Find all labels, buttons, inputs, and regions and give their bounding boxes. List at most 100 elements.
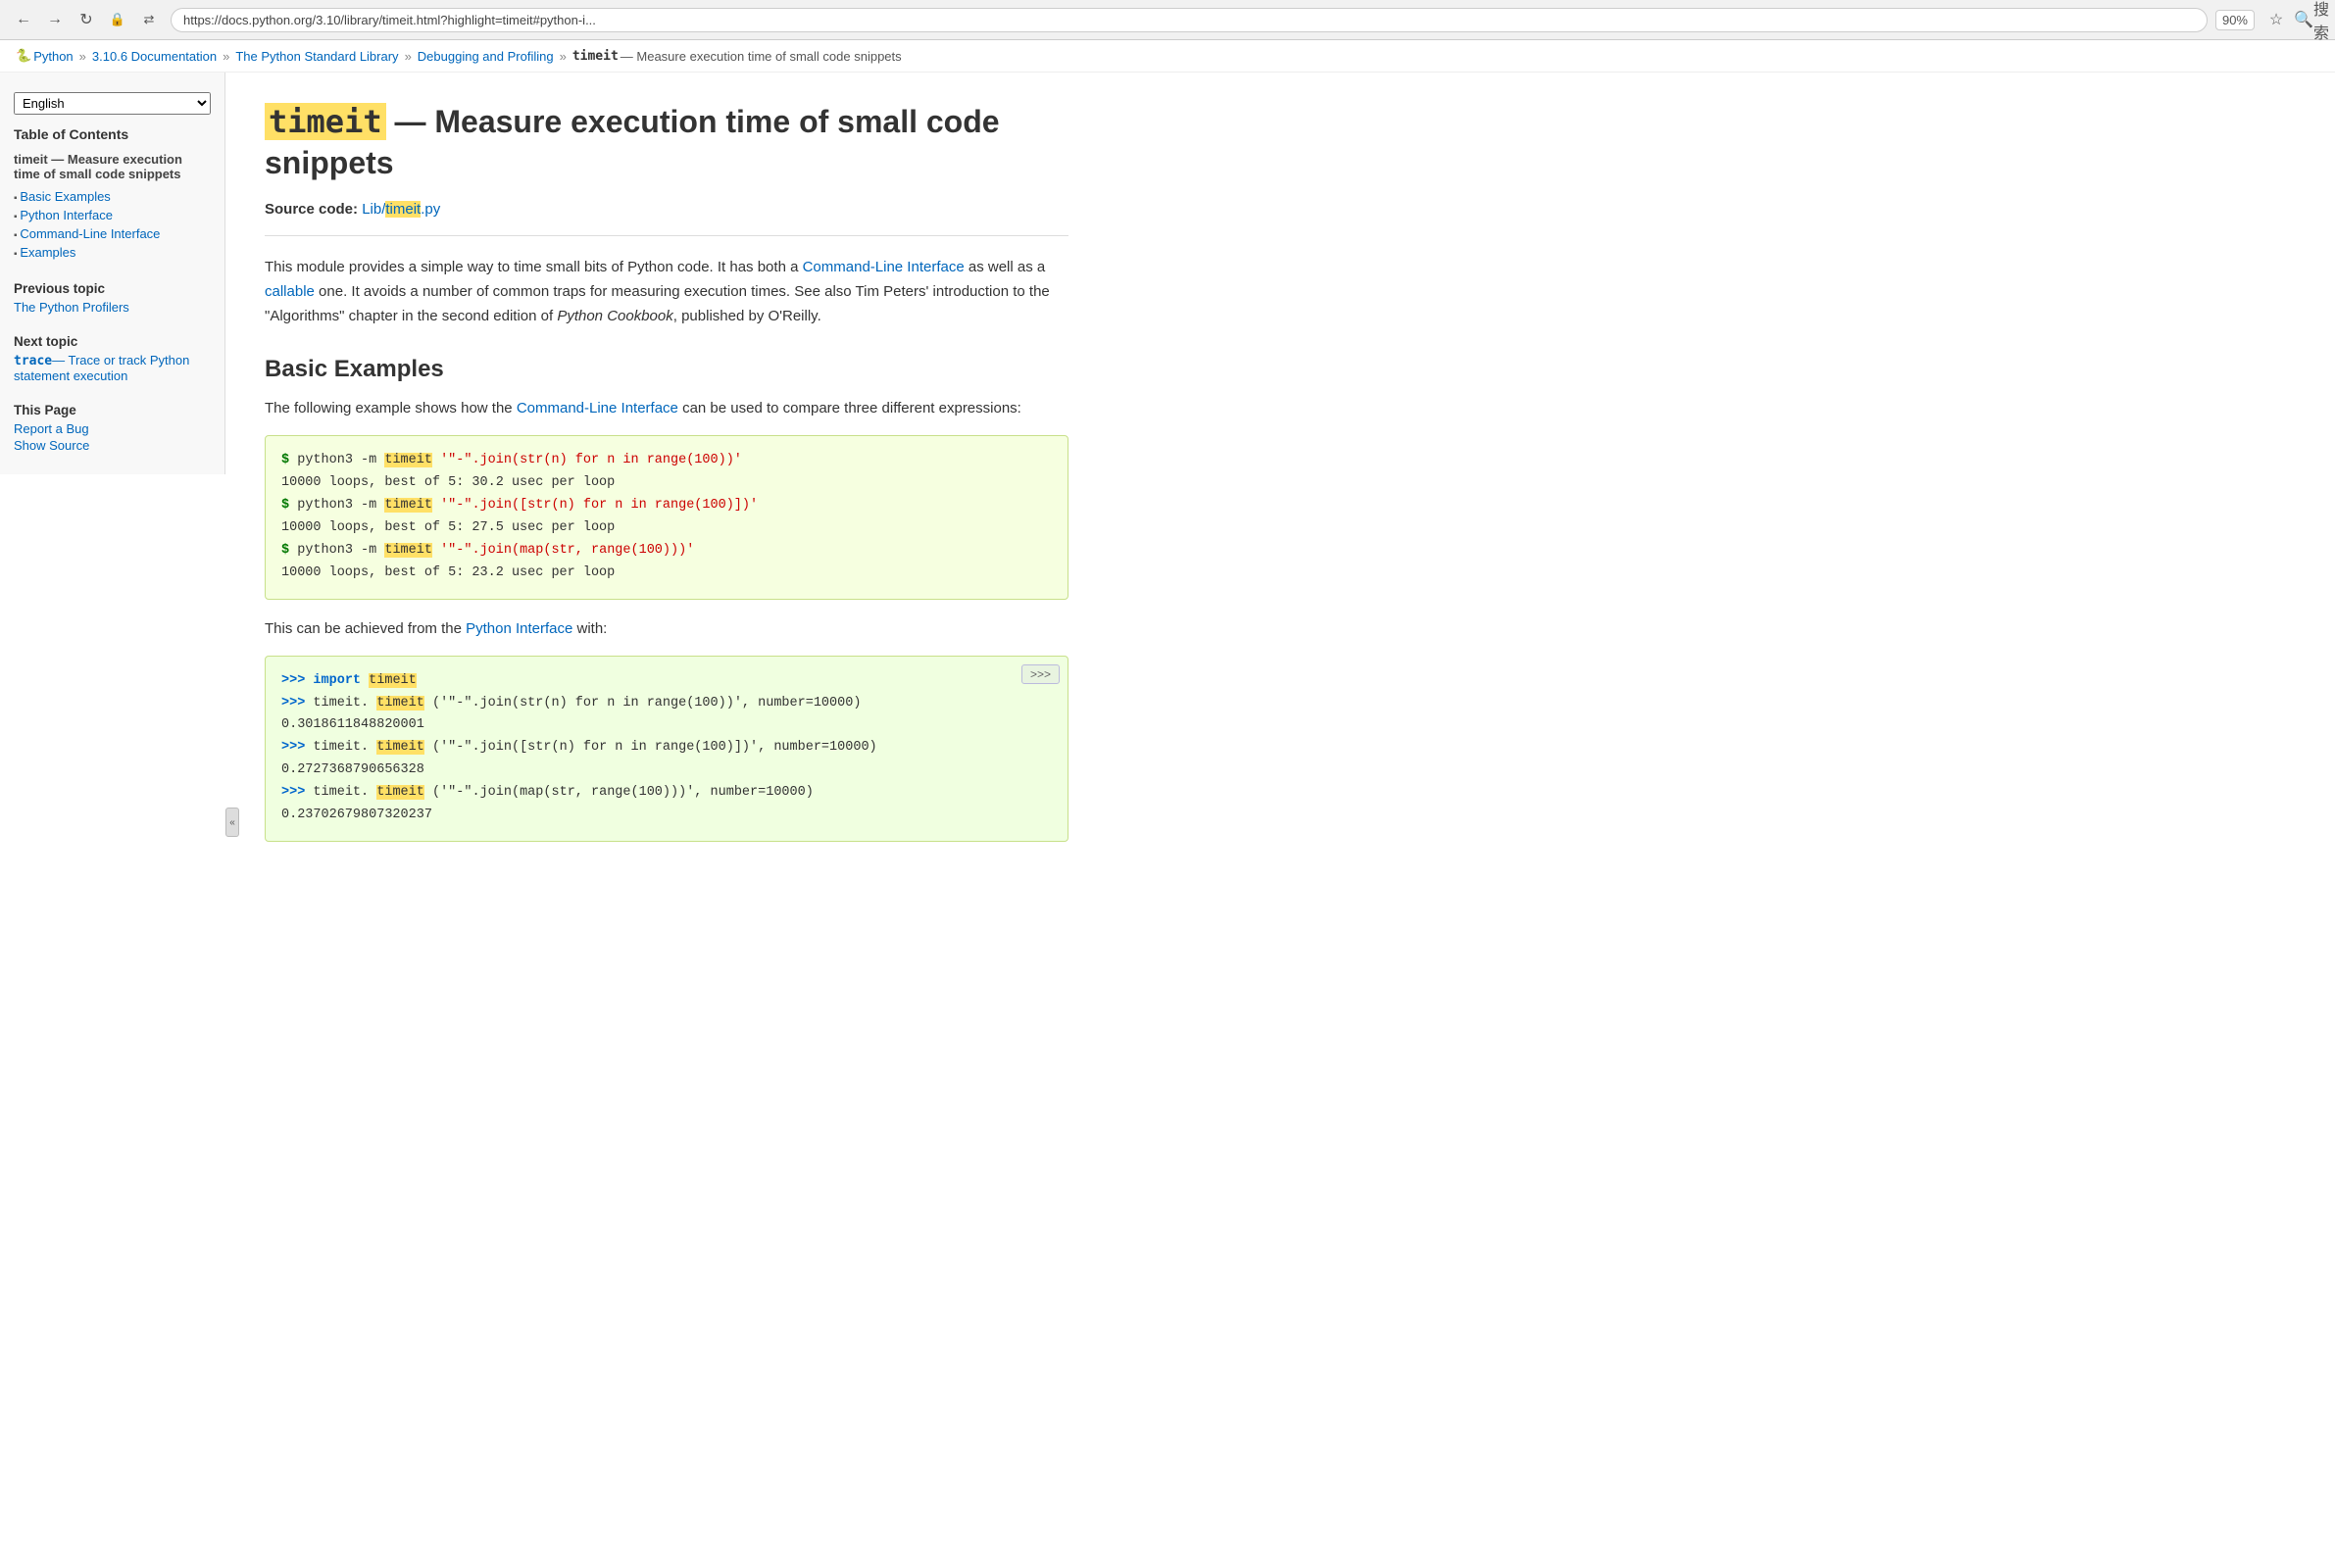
- py-output-2: 0.3018611848820001: [281, 714, 1052, 737]
- browser-actions: 90% ☆ 🔍 搜索: [2215, 6, 2325, 33]
- search-button[interactable]: 🔍 搜索: [2298, 6, 2325, 33]
- toc-main-link[interactable]: timeit — Measure execution time of small…: [14, 152, 211, 181]
- next-topic-link[interactable]: trace— Trace or track Python statement e…: [14, 353, 211, 383]
- kw-import: import: [313, 673, 369, 688]
- url-text: https://docs.python.org/3.10/library/tim…: [183, 13, 596, 27]
- py-output-3: 0.2727368790656328: [281, 760, 1052, 782]
- py-line-3: >>> timeit. timeit ('"-".join([str(n) fo…: [281, 737, 1052, 760]
- cmdline-interface-link[interactable]: Command-Line Interface: [803, 259, 965, 275]
- description: This module provides a simple way to tim…: [265, 256, 1068, 328]
- sidebar-collapse-button[interactable]: «: [225, 808, 239, 837]
- toc-item-cmdline-interface: Command-Line Interface: [14, 224, 211, 243]
- next-topic-section: Next topic trace— Trace or track Python …: [14, 334, 211, 383]
- shell-output-3: 10000 loops, best of 5: 23.2 usec per lo…: [281, 563, 1052, 585]
- prev-topic-title: Previous topic: [14, 281, 211, 296]
- py-func-3: timeit: [376, 740, 424, 755]
- python-interface-link[interactable]: Python Interface: [466, 620, 572, 637]
- this-page-title: This Page: [14, 403, 211, 417]
- security-icon: 🔒: [104, 6, 131, 33]
- py-args-3: ('"-".join([str(n) for n in range(100)])…: [432, 740, 877, 755]
- python-interactive-block: >>> >>> import timeit >>> timeit. timeit…: [265, 656, 1068, 843]
- toc-link-cmdline-interface[interactable]: Command-Line Interface: [20, 226, 160, 241]
- cmd-arg-1: '"-".join(str(n) for n in range(100))': [440, 453, 742, 467]
- py-prompt-3: >>>: [281, 740, 305, 755]
- browser-chrome: ← → ↻ 🔒 ⇄ https://docs.python.org/3.10/l…: [0, 0, 2335, 40]
- python-interface-intro: This can be achieved from the Python Int…: [265, 617, 1068, 642]
- py-args-4: ('"-".join(map(str, range(100)))', numbe…: [432, 785, 814, 800]
- cmd-timeit-3: timeit: [384, 543, 432, 558]
- python-icon: 🐍: [16, 48, 31, 64]
- py-mod-4: timeit.: [313, 785, 369, 800]
- next-topic-title: Next topic: [14, 334, 211, 349]
- sidebar-wrapper: English Table of Contents timeit — Measu…: [0, 73, 225, 1543]
- source-code-link[interactable]: Lib/timeit.py: [362, 201, 440, 218]
- breadcrumb-suffix: — Measure execution time of small code s…: [621, 49, 902, 64]
- bookmark-icon[interactable]: ☆: [2262, 6, 2290, 33]
- back-button[interactable]: ←: [10, 6, 37, 33]
- shell-output-2: 10000 loops, best of 5: 27.5 usec per lo…: [281, 517, 1052, 540]
- report-bug-link[interactable]: Report a Bug: [14, 421, 211, 436]
- code-line-1: $ python3 -m timeit '"-".join(str(n) for…: [281, 450, 1052, 472]
- py-output-4: 0.23702679807320237: [281, 805, 1052, 827]
- code-line-2: $ python3 -m timeit '"-".join([str(n) fo…: [281, 495, 1052, 517]
- breadcrumb-debugging[interactable]: Debugging and Profiling: [418, 49, 554, 64]
- expand-button[interactable]: >>>: [1021, 664, 1060, 684]
- toc-link-python-interface[interactable]: Python Interface: [20, 208, 113, 222]
- py-line-1: >>> import timeit: [281, 670, 1052, 693]
- py-prompt-4: >>>: [281, 785, 305, 800]
- source-code-label: Source code:: [265, 201, 358, 218]
- shell-output-1: 10000 loops, best of 5: 30.2 usec per lo…: [281, 472, 1052, 495]
- py-line-2: >>> timeit. timeit ('"-".join(str(n) for…: [281, 693, 1052, 715]
- py-mod-3: timeit.: [313, 740, 369, 755]
- py-prompt-2: >>>: [281, 696, 305, 710]
- toc-list: Basic Examples Python Interface Command-…: [14, 187, 211, 262]
- redirect-icon: ⇄: [135, 6, 163, 33]
- lang-selector[interactable]: English: [14, 92, 211, 115]
- py-prompt-1: >>>: [281, 673, 305, 688]
- code-line-3: $ python3 -m timeit '"-".join(map(str, r…: [281, 540, 1052, 563]
- reload-button[interactable]: ↻: [73, 6, 100, 33]
- breadcrumb-version[interactable]: 3.10.6 Documentation: [92, 49, 217, 64]
- py-func-2: timeit: [376, 696, 424, 710]
- lang-selector-wrapper: English: [14, 92, 211, 115]
- page-wrapper: English Table of Contents timeit — Measu…: [0, 73, 2335, 1543]
- page-title: timeit — Measure execution time of small…: [265, 102, 1068, 183]
- toc-item-basic-examples: Basic Examples: [14, 187, 211, 206]
- shell-prompt-3: $: [281, 543, 289, 558]
- breadcrumb-current: timeit: [572, 49, 619, 64]
- title-timeit-highlight: timeit: [265, 103, 386, 140]
- py-mod-2: timeit.: [313, 696, 369, 710]
- py-func-4: timeit: [376, 785, 424, 800]
- source-timeit-span: timeit: [385, 201, 421, 218]
- mod-timeit: timeit: [369, 673, 417, 688]
- cmd-text-1: python3 -m: [297, 453, 384, 467]
- shell-prompt-2: $: [281, 498, 289, 513]
- basic-examples-intro: The following example shows how the Comm…: [265, 397, 1068, 421]
- toc-link-examples[interactable]: Examples: [20, 245, 75, 260]
- breadcrumb-stdlib[interactable]: The Python Standard Library: [235, 49, 398, 64]
- py-args-2: ('"-".join(str(n) for n in range(100))',…: [432, 696, 861, 710]
- basic-examples-title: Basic Examples: [265, 356, 1068, 383]
- nav-buttons: ← → ↻ 🔒 ⇄: [10, 6, 163, 33]
- source-code-line: Source code: Lib/timeit.py: [265, 201, 1068, 236]
- shell-code-block: $ python3 -m timeit '"-".join(str(n) for…: [265, 435, 1068, 600]
- prev-topic-link[interactable]: The Python Profilers: [14, 300, 211, 315]
- prev-topic-section: Previous topic The Python Profilers: [14, 281, 211, 315]
- cmd-timeit-2: timeit: [384, 498, 432, 513]
- sidebar: English Table of Contents timeit — Measu…: [0, 73, 225, 474]
- cmd-arg-3: '"-".join(map(str, range(100)))': [440, 543, 694, 558]
- callable-link[interactable]: callable: [265, 283, 315, 300]
- toc-item-examples: Examples: [14, 243, 211, 262]
- shell-prompt-1: $: [281, 453, 289, 467]
- forward-button[interactable]: →: [41, 6, 69, 33]
- show-source-link[interactable]: Show Source: [14, 438, 211, 453]
- breadcrumb-python[interactable]: Python: [33, 49, 73, 64]
- zoom-badge: 90%: [2215, 10, 2255, 30]
- toc-title: Table of Contents: [14, 126, 211, 142]
- address-bar[interactable]: https://docs.python.org/3.10/library/tim…: [171, 8, 2208, 32]
- main-content: timeit — Measure execution time of small…: [225, 73, 1108, 1543]
- cmd-text-2: python3 -m: [297, 498, 384, 513]
- toc-link-basic-examples[interactable]: Basic Examples: [20, 189, 110, 204]
- cmdline-interface-link2[interactable]: Command-Line Interface: [517, 400, 678, 416]
- cmd-timeit-1: timeit: [384, 453, 432, 467]
